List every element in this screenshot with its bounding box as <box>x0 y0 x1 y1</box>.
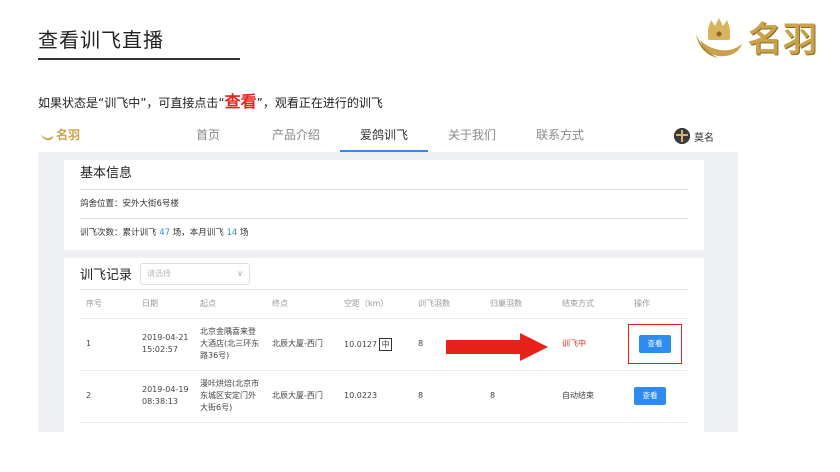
month-count: 14 <box>226 228 238 238</box>
row-returned: 8 <box>484 370 556 423</box>
logo-swoosh-icon <box>41 133 53 140</box>
nav-item-products[interactable]: 产品介绍 <box>252 120 340 152</box>
nav-menu: 首页 产品介绍 爱鸽训飞 关于我们 联系方式 <box>164 120 604 152</box>
row-action: 查看 <box>628 318 688 371</box>
nav-logo[interactable]: 名羽 <box>40 126 80 143</box>
training-count: 训飞次数：累计训飞 47 场，本月训飞 14 场 <box>80 219 688 248</box>
row-start-line3: 路36号) <box>200 351 230 360</box>
row-start-line2: 东城区安定门外 <box>200 391 256 400</box>
instruction-post: ”，观看正在进行的训飞 <box>256 96 383 110</box>
avatar <box>674 128 690 144</box>
chevron-down-icon: ∨ <box>237 268 244 278</box>
row-flown: 8 <box>412 370 484 423</box>
record-filter-select[interactable]: 请选择 ∨ <box>140 262 251 285</box>
row-end: 北辰大厦-西门 <box>266 318 338 371</box>
row-start: 北京金隅喜来登 大酒店(北三环东 路36号) <box>194 318 266 371</box>
col-action: 操作 <box>628 290 688 319</box>
main-content: 基本信息 鸽舍位置：安外大街6号楼 训飞次数：累计训飞 47 场，本月训飞 14… <box>38 152 738 432</box>
slide-title: 查看训飞直播 <box>38 28 164 52</box>
instruction-pre: 如果状态是“训飞中”，可直接点击“ <box>38 96 225 110</box>
nav-logo-text: 名羽 <box>56 128 81 142</box>
row-action: 查看 <box>628 370 688 423</box>
brand-name: 名羽 <box>748 20 818 60</box>
col-start: 起点 <box>194 290 266 319</box>
row-date: 2019-04-19 <box>142 385 189 394</box>
crown-emblem-icon <box>696 17 742 58</box>
records-card: 训飞记录 请选择 ∨ 序号 日期 起点 终点 空距（km） 训飞羽数 归巢羽数 … <box>64 258 704 432</box>
row-datetime: 2019-04-21 15:02:57 <box>136 318 194 371</box>
total-count: 47 <box>159 228 171 238</box>
nav-item-home[interactable]: 首页 <box>164 120 252 152</box>
row-date: 2019-04-21 <box>142 333 189 342</box>
nav-item-contact[interactable]: 联系方式 <box>516 120 604 152</box>
app-window: 名羽 首页 产品介绍 爱鸽训飞 关于我们 联系方式 莫名 基本信息 鸽舍位置：安… <box>38 120 738 432</box>
records-title: 训飞记录 <box>80 268 133 283</box>
nav-item-training[interactable]: 爱鸽训飞 <box>340 120 428 152</box>
row-distance: 10.0223 <box>338 370 412 423</box>
table-header-row: 序号 日期 起点 终点 空距（km） 训飞羽数 归巢羽数 结束方式 操作 <box>80 290 688 319</box>
col-date: 日期 <box>136 290 194 319</box>
count-label: 训飞次数：累计训飞 <box>80 228 160 238</box>
row-end: 北辰大厦-西门 <box>266 370 338 423</box>
col-end: 终点 <box>266 290 338 319</box>
row-start-line1: 漫咔烘焙(北京市 <box>200 379 260 388</box>
right-arrow-icon <box>446 333 548 361</box>
basic-info-title: 基本信息 <box>80 160 688 190</box>
view-button[interactable]: 查看 <box>634 387 666 405</box>
row-start: 漫咔烘焙(北京市 东城区安定门外 大街6号) <box>194 370 266 423</box>
highlight-box: 查看 <box>628 324 682 364</box>
row-start-line1: 北京金隅喜来登 <box>200 327 256 336</box>
instruction-keyword: 查看 <box>224 92 257 111</box>
col-index: 序号 <box>80 290 136 319</box>
user-avatar-icon <box>674 128 690 144</box>
count-suffix: 场 <box>237 228 249 238</box>
row-start-line2: 大酒店(北三环东 <box>200 339 260 348</box>
user-name: 莫名 <box>694 132 714 144</box>
top-nav: 名羽 首页 产品介绍 爱鸽训飞 关于我们 联系方式 莫名 <box>38 120 738 152</box>
row-start-line3: 大街6号) <box>200 403 233 412</box>
row-distance-cell: 10.0127 中 <box>338 318 412 371</box>
basic-info-card: 基本信息 鸽舍位置：安外大街6号楼 训飞次数：累计训飞 47 场，本月训飞 14… <box>64 160 704 250</box>
row-status: 自动结束 <box>556 370 628 423</box>
count-mid: 场，本月训飞 <box>170 228 227 238</box>
col-flown: 训飞羽数 <box>412 290 484 319</box>
nav-item-about[interactable]: 关于我们 <box>428 120 516 152</box>
select-placeholder: 请选择 <box>147 268 172 278</box>
instruction-text: 如果状态是“训飞中”，可直接点击“查看”，观看正在进行的训飞 <box>38 88 383 112</box>
row-time: 08:38:13 <box>142 397 178 406</box>
records-table: 序号 日期 起点 终点 空距（km） 训飞羽数 归巢羽数 结束方式 操作 1 2 <box>80 290 688 423</box>
row-time: 15:02:57 <box>142 345 178 354</box>
row-datetime: 2019-04-19 08:38:13 <box>136 370 194 423</box>
brand-logo: 名羽 <box>692 12 818 61</box>
location-label: 鸽舍位置： <box>80 199 123 209</box>
row-distance: 10.0127 <box>344 339 378 349</box>
col-returned: 归巢羽数 <box>484 290 556 319</box>
location-value: 安外大街6号楼 <box>122 199 179 209</box>
col-distance: 空距（km） <box>338 290 412 319</box>
table-row: 2 2019-04-19 08:38:13 漫咔烘焙(北京市 东城区安定门外 大街6号… <box>80 370 688 423</box>
row-status: 训飞中 <box>556 318 628 371</box>
loft-location: 鸽舍位置：安外大街6号楼 <box>80 190 688 219</box>
row-index: 2 <box>80 370 136 423</box>
user-menu[interactable]: 莫名 <box>674 128 714 144</box>
ime-indicator: 中 <box>379 337 393 351</box>
table-row: 1 2019-04-21 15:02:57 北京金隅喜来登 大酒店(北三环东 路36号… <box>80 318 688 371</box>
title-underline <box>38 58 240 60</box>
view-button[interactable]: 查看 <box>639 335 671 353</box>
row-index: 1 <box>80 318 136 371</box>
records-header: 训飞记录 请选择 ∨ <box>80 258 688 290</box>
col-status: 结束方式 <box>556 290 628 319</box>
